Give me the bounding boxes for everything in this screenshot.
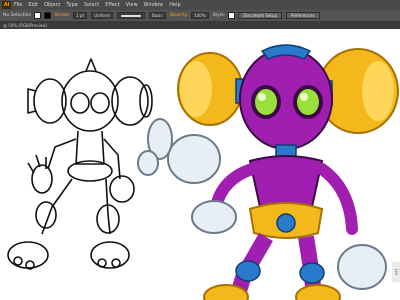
menu-help[interactable]: Help — [169, 2, 180, 8]
menu-bar: Ai File Edit Object Type Select Effect V… — [0, 0, 400, 10]
control-bar: No Selection Stroke: 1 pt Uniform Basic … — [0, 10, 400, 22]
style-swatch[interactable] — [228, 12, 236, 19]
app-logo-icon: Ai — [2, 1, 11, 9]
artwork — [7, 44, 399, 300]
menu-view[interactable]: View — [126, 2, 138, 8]
artboard-canvas[interactable]: Lin — [0, 29, 400, 300]
lineart-robot — [7, 58, 153, 270]
stroke-weight-field[interactable]: 1 pt — [73, 12, 88, 19]
document-tab[interactable]: @ 50% (RGB/Preview) — [0, 22, 400, 29]
preferences-button[interactable]: Preferences — [286, 12, 320, 19]
brush-preview[interactable] — [117, 12, 145, 19]
menu-object[interactable]: Object — [44, 2, 60, 8]
menu-edit[interactable]: Edit — [28, 2, 38, 8]
stroke-profile-select[interactable]: Uniform — [91, 12, 113, 19]
stroke-swatch[interactable] — [44, 12, 52, 19]
panel-side-tab[interactable]: Lin — [392, 262, 400, 282]
menu-type[interactable]: Type — [66, 2, 77, 8]
menu-select[interactable]: Select — [84, 2, 99, 8]
menu-window[interactable]: Window — [144, 2, 164, 8]
stroke-label[interactable]: Stroke: — [54, 13, 70, 18]
menu-file[interactable]: File — [14, 2, 22, 8]
document-setup-button[interactable]: Document Setup — [238, 12, 282, 19]
brush-select[interactable]: Basic — [149, 12, 166, 19]
style-label: Style: — [212, 13, 226, 18]
fill-swatch[interactable] — [34, 12, 42, 19]
colored-robot — [137, 44, 399, 300]
menu-effect[interactable]: Effect — [105, 2, 119, 8]
opacity-field[interactable]: 100% — [191, 12, 209, 19]
selection-status: No Selection — [3, 13, 32, 18]
opacity-label[interactable]: Opacity: — [170, 13, 189, 18]
